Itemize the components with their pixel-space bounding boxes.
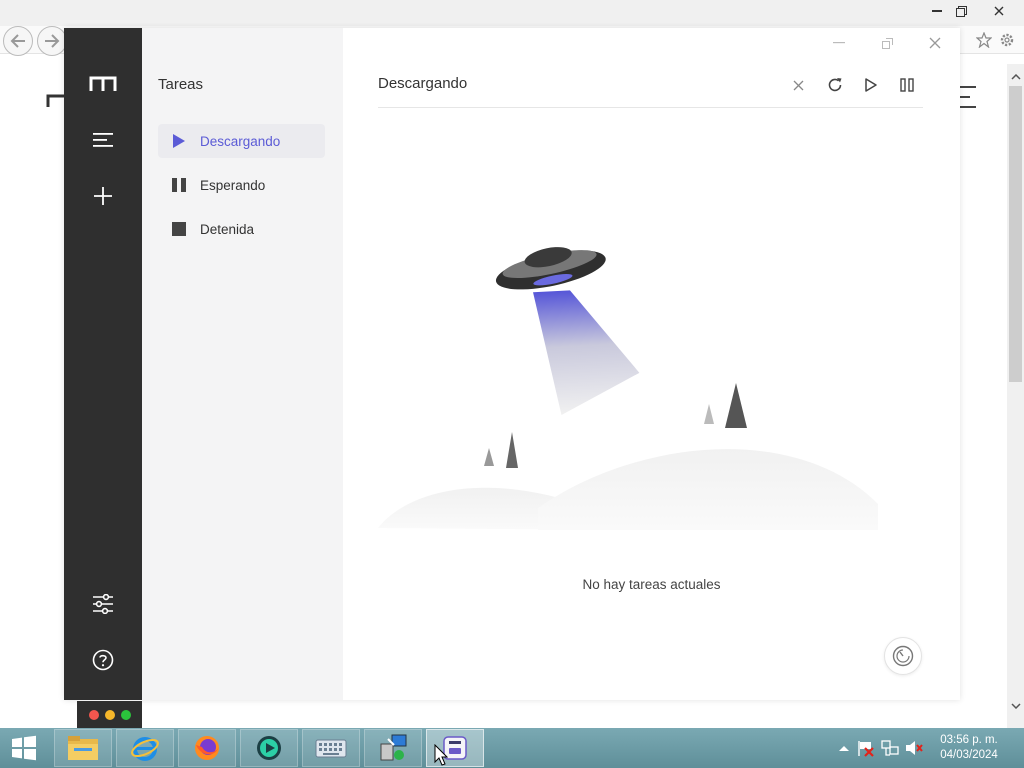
- keyboard-icon: [315, 739, 347, 758]
- browser-titlebar: [0, 0, 1024, 26]
- stop-icon: [158, 222, 200, 236]
- firefox-icon: [195, 736, 219, 760]
- app-logo-icon: [87, 68, 119, 100]
- task-list-menu-icon[interactable]: [87, 124, 119, 156]
- minimize-dot-icon[interactable]: [104, 710, 115, 720]
- nav-item-stopped[interactable]: Detenida: [158, 212, 325, 246]
- background-page-menu-icon[interactable]: [958, 86, 976, 108]
- file-explorer-taskbar-button[interactable]: [54, 729, 112, 767]
- app-close-button[interactable]: [920, 32, 950, 54]
- task-list-area: Descargando No hay tareas actuales: [343, 28, 960, 700]
- nav-title: Tareas: [158, 76, 204, 93]
- nav-item-downloading[interactable]: Descargando: [158, 124, 325, 158]
- action-center-flag-icon[interactable]: [857, 739, 875, 757]
- page-title: Descargando: [378, 75, 468, 92]
- close-dot-icon[interactable]: [88, 710, 99, 720]
- clock-time: 03:56 p. m.: [940, 734, 998, 746]
- show-hidden-icons-chevron[interactable]: [835, 739, 853, 757]
- scroll-down-arrow-icon[interactable]: [1007, 697, 1024, 715]
- mouse-cursor-icon: [434, 744, 448, 766]
- task-list-header: Descargando: [378, 70, 923, 108]
- pause-all-icon[interactable]: [896, 74, 918, 96]
- favorites-star-icon[interactable]: [974, 30, 994, 50]
- background-page-logo-fragment: [46, 92, 66, 108]
- maximize-dot-icon[interactable]: [120, 710, 131, 720]
- browser-back-icon[interactable]: [3, 26, 33, 56]
- setup-installer-taskbar-button[interactable]: [364, 729, 422, 767]
- system-clock[interactable]: 03:56 p. m. 04/03/2024: [930, 733, 1008, 763]
- clear-tasks-close-icon[interactable]: [787, 74, 809, 96]
- browser-close-button[interactable]: [984, 0, 1014, 22]
- windows-start-button[interactable]: [6, 734, 42, 762]
- app-minimize-button[interactable]: [824, 32, 854, 54]
- resume-all-play-icon[interactable]: [860, 74, 882, 96]
- refresh-icon[interactable]: [824, 74, 846, 96]
- download-manager-window: Tareas Descargando Esperando Detenida De…: [64, 28, 960, 700]
- firefox-taskbar-button[interactable]: [178, 729, 236, 767]
- windows-taskbar: 03:56 p. m. 04/03/2024: [0, 728, 1024, 768]
- empty-state-ufo-illustration: [378, 247, 878, 530]
- help-question-icon[interactable]: [87, 644, 119, 676]
- speedometer-icon: [892, 645, 914, 667]
- app-maximize-button[interactable]: [872, 32, 902, 54]
- nav-item-waiting[interactable]: Esperando: [158, 168, 325, 202]
- browser-forward-icon[interactable]: [37, 26, 67, 56]
- browser-restore-button[interactable]: [946, 0, 976, 22]
- media-player-icon: [257, 736, 281, 760]
- add-task-plus-icon[interactable]: [87, 180, 119, 212]
- internet-explorer-taskbar-button[interactable]: [116, 729, 174, 767]
- preferences-sliders-icon[interactable]: [87, 588, 119, 620]
- empty-state-message: No hay tareas actuales: [582, 577, 721, 592]
- clock-date: 04/03/2024: [940, 749, 998, 761]
- internet-explorer-icon: [131, 737, 159, 761]
- installer-icon: [380, 734, 407, 761]
- window-traffic-lights: [77, 701, 142, 729]
- network-icon[interactable]: [881, 739, 899, 757]
- nav-item-label: Descargando: [200, 133, 281, 149]
- pause-icon: [158, 178, 200, 192]
- media-player-taskbar-button[interactable]: [240, 729, 298, 767]
- nav-item-label: Detenida: [200, 221, 255, 237]
- browser-scroll-thumb[interactable]: [1009, 86, 1022, 382]
- browser-settings-gear-icon[interactable]: [997, 30, 1017, 50]
- play-icon: [158, 134, 200, 148]
- app-sidebar-rail: [64, 28, 142, 700]
- speed-limit-gauge-button[interactable]: [884, 637, 922, 675]
- task-status-panel: Tareas Descargando Esperando Detenida: [142, 28, 343, 700]
- on-screen-keyboard-taskbar-button[interactable]: [302, 729, 360, 767]
- volume-muted-icon[interactable]: [905, 739, 923, 757]
- folder-icon: [68, 736, 98, 760]
- nav-item-label: Esperando: [200, 177, 266, 193]
- scroll-up-arrow-icon[interactable]: [1007, 68, 1024, 86]
